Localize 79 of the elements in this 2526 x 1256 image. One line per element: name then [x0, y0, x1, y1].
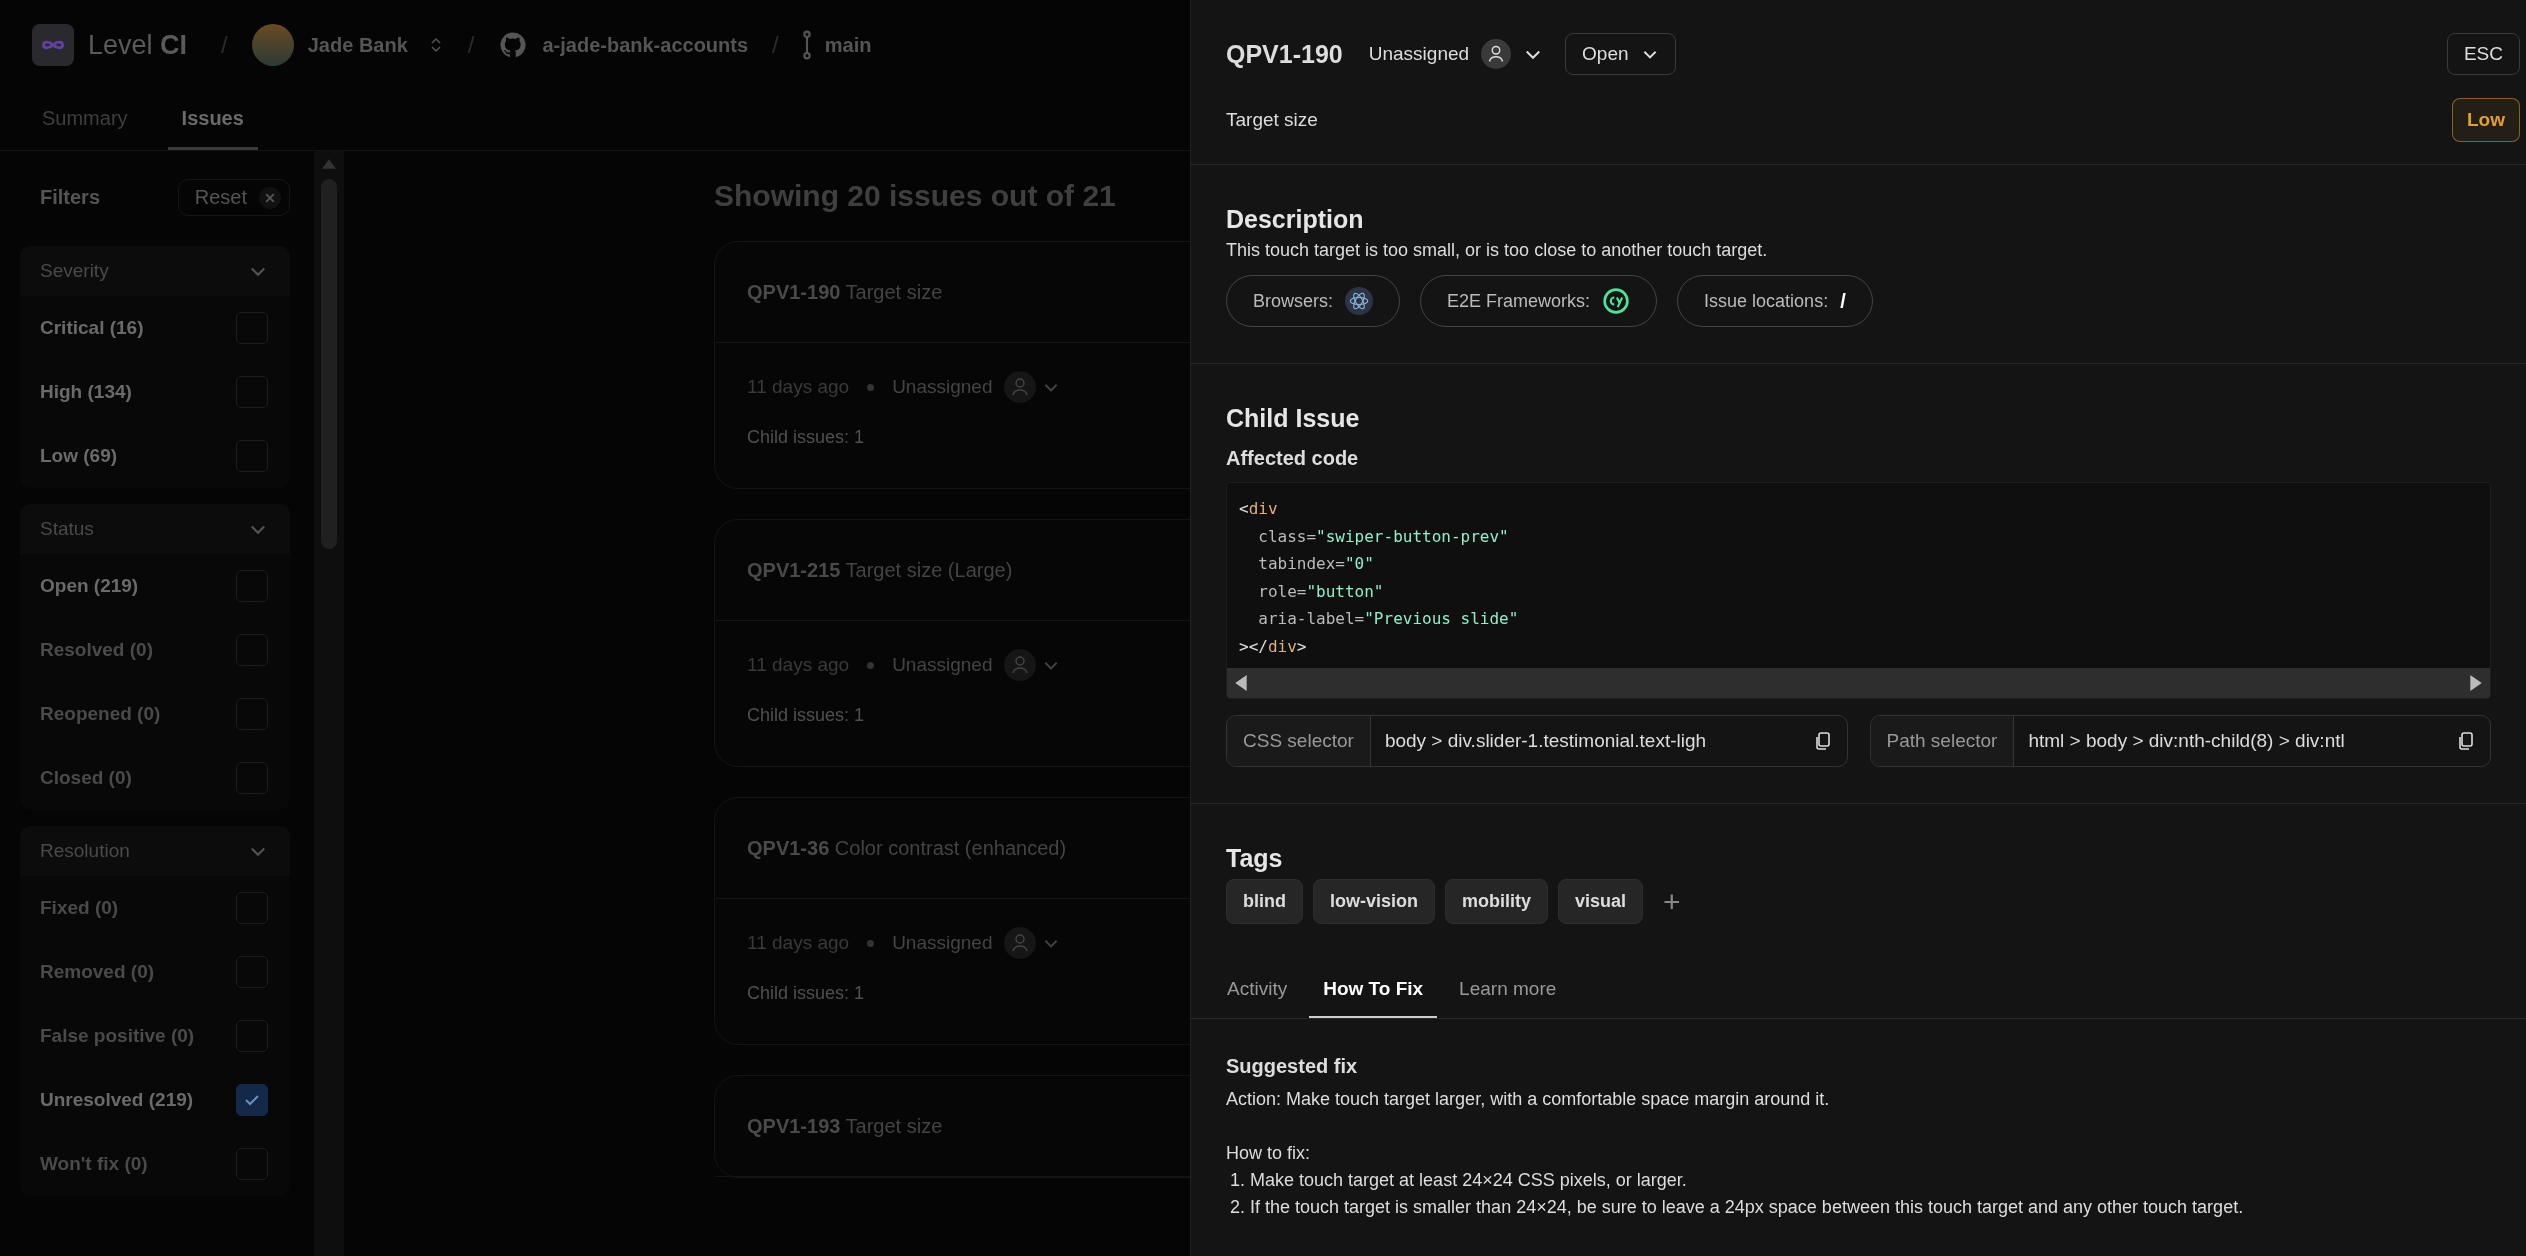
status-dropdown[interactable]: Open	[1565, 33, 1676, 75]
breadcrumb-separator: /	[772, 31, 779, 59]
detail-tab[interactable]: Learn more	[1445, 964, 1571, 1018]
filter-checkbox[interactable]	[236, 1084, 268, 1116]
assignee-label: Unassigned	[892, 932, 993, 954]
assignee-label: Unassigned	[892, 376, 993, 398]
user-icon[interactable]	[1481, 39, 1512, 69]
filter-option-label: Resolved (0)	[40, 639, 153, 661]
issue-title: QPV1-193 Target size	[747, 1114, 943, 1138]
tag-chip[interactable]: low-vision	[1313, 879, 1435, 924]
results-heading: Showing 20 issues out of 21	[714, 179, 1117, 213]
code-label: Affected code	[1226, 447, 1360, 470]
selector-field[interactable]: CSS selector body > div.slider-1.testimonial.text-ligh	[1226, 715, 1848, 767]
app-name: Level CI	[88, 29, 188, 61]
code-line: ></div>	[1239, 635, 1308, 658]
tag-chip[interactable]: mobility	[1445, 879, 1549, 924]
app-logo-icon	[32, 24, 74, 66]
filter-option-label: Won't fix (0)	[40, 1153, 148, 1175]
filter-option-label: Fixed (0)	[40, 897, 119, 919]
issue-id: QPV1-190	[1226, 39, 1343, 69]
framework-logo-icon	[1602, 287, 1631, 315]
detail-tab[interactable]: How To Fix	[1309, 964, 1438, 1018]
filter-option-label: Low (69)	[40, 445, 118, 467]
scrollbar[interactable]	[314, 151, 344, 1256]
copy-icon[interactable]	[2456, 731, 2476, 751]
horizontal-scrollbar[interactable]	[1227, 668, 2490, 698]
breadcrumb-separator: /	[467, 31, 475, 59]
separator-dot	[867, 939, 875, 947]
fix-heading: Suggested fix	[1226, 1055, 1359, 1078]
nav-tab[interactable]: Issues	[167, 90, 258, 150]
code-line: <div	[1239, 498, 1279, 520]
child-issues-count: Child issues: 1	[746, 426, 866, 449]
separator-dot	[867, 383, 875, 391]
assignee-label: Unassigned	[892, 654, 993, 676]
tag-chip[interactable]: visual	[1558, 879, 1644, 924]
filter-option-label: High (134)	[40, 381, 132, 403]
issue-title: QPV1-36 Color contrast (enhanced)	[747, 836, 1067, 860]
close-button[interactable]: ESC	[2446, 33, 2520, 75]
severity-badge: Low	[2452, 98, 2520, 142]
code-line: role="button"	[1257, 580, 1385, 603]
fix-list-label: How to fix:	[1226, 1142, 1312, 1165]
code-line: aria-label="Previous slide"	[1257, 608, 1520, 630]
separator-dot	[867, 661, 875, 669]
close-icon[interactable]	[259, 186, 281, 209]
section-heading: Tags	[1226, 844, 1284, 873]
filter-option-label: Closed (0)	[40, 767, 132, 789]
scroll-right-arrow-icon[interactable]	[2470, 675, 2482, 691]
description-text: This touch target is too small, or is too close to another touch target.	[1226, 240, 1769, 261]
filter-option-label: Removed (0)	[40, 961, 155, 983]
child-issues-count: Child issues: 1	[746, 704, 866, 727]
tag-chip[interactable]: blind	[1226, 879, 1303, 924]
filter-option-label: Critical (16)	[40, 317, 144, 339]
repo-logo-icon	[498, 30, 529, 60]
filter-option-label: Unresolved (219)	[40, 1089, 194, 1111]
branch-icon	[802, 30, 811, 60]
assignee-label: Unassigned	[1368, 43, 1470, 65]
child-issues-count: Child issues: 1	[746, 982, 866, 1005]
breadcrumb-separator: /	[221, 31, 228, 59]
code-line: class="swiper-button-prev"	[1257, 525, 1510, 548]
code-line: tabindex="0"	[1257, 553, 1375, 575]
filter-option-label: Open (219)	[40, 575, 139, 597]
fix-step: 1. Make touch target at least 24×24 CSS pixels, or larger.	[1226, 1167, 2491, 1194]
section-heading: Child Issue	[1226, 404, 1361, 433]
issue-title: QPV1-190 Target size	[747, 280, 943, 304]
section-heading: Description	[1226, 205, 1365, 234]
add-tag-button[interactable]: +	[1653, 884, 1691, 919]
fix-action: Action: Make touch target larger, with a comfortable space margin around it.	[1226, 1088, 1831, 1111]
filters-title: Filters	[40, 186, 101, 209]
issue-title: QPV1-215 Target size (Large)	[747, 558, 1013, 582]
filter-option-label: False positive (0)	[40, 1025, 195, 1047]
scroll-left-arrow-icon[interactable]	[1235, 675, 1247, 691]
selector-field[interactable]: Path selector html > body > div:nth-child(8) > div:ntl	[1869, 715, 2491, 767]
org-avatar	[251, 24, 294, 66]
atom-icon	[1345, 287, 1373, 315]
detail-tab[interactable]: Activity	[1213, 964, 1302, 1018]
fix-step: 2. If the touch target is smaller than 24×24, be sure to leave a 24px space between this touch target and any other touch target.	[1226, 1194, 2491, 1221]
scroll-up-arrow-icon[interactable]	[322, 159, 336, 169]
filter-option-label: Reopened (0)	[40, 703, 161, 725]
issue-title: Target size	[1226, 109, 1318, 131]
